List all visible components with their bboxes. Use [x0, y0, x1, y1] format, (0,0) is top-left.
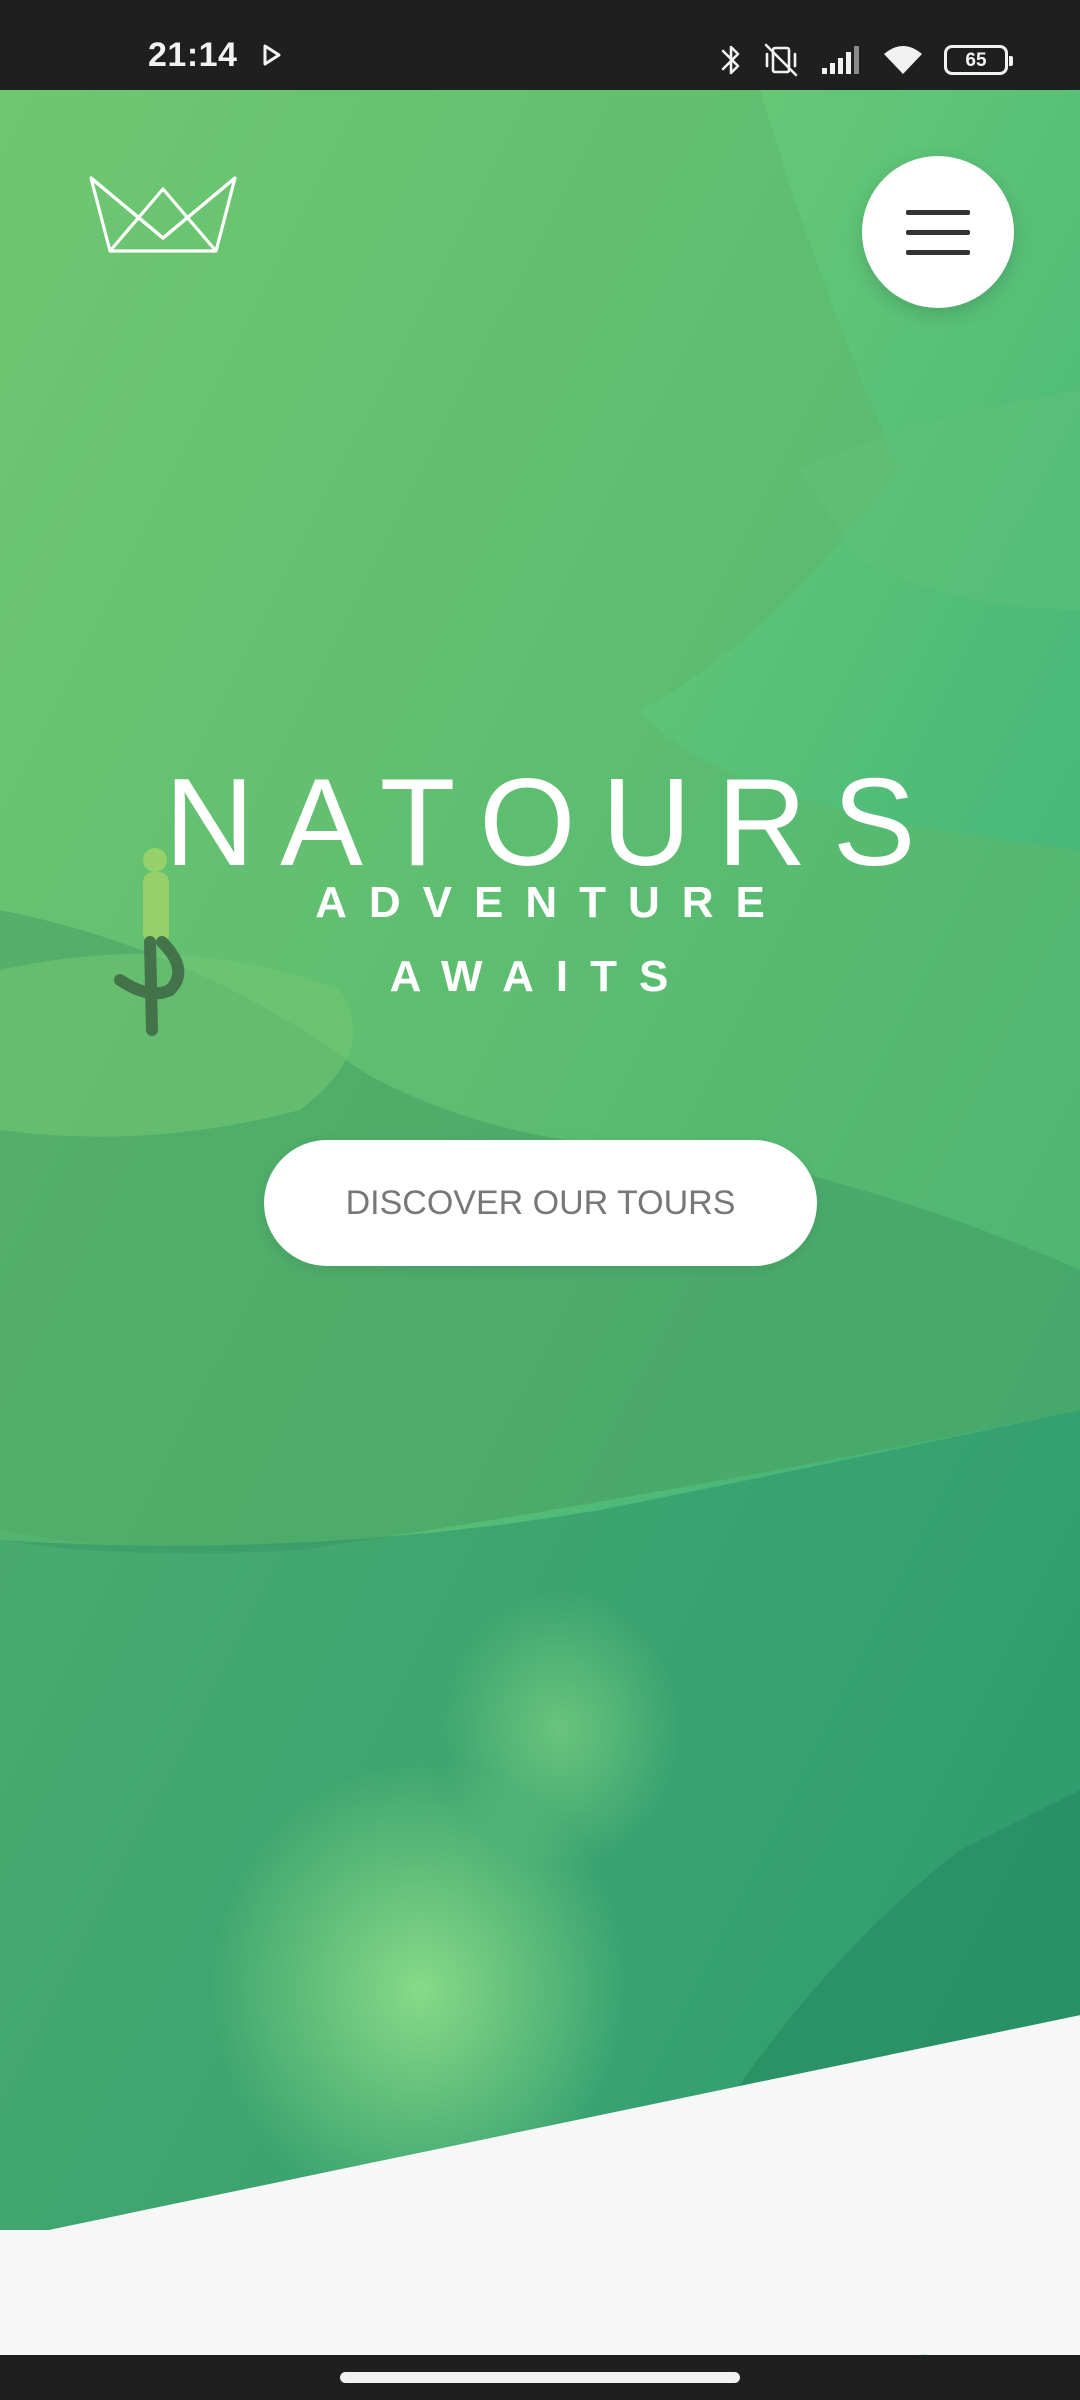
hero-section: NATOURS ADVENTURE AWAITS DISCOVER OUR TO… [0, 90, 1080, 2230]
bluetooth-icon [721, 45, 740, 75]
hamburger-menu-icon [906, 210, 970, 215]
play-store-notification-icon [263, 44, 281, 66]
status-time: 21:14 [148, 36, 238, 74]
hero-subtitle: ADVENTURE AWAITS [315, 878, 787, 1001]
discover-tours-button[interactable]: DISCOVER OUR TOURS [264, 1140, 817, 1266]
home-gesture-handle[interactable] [340, 2372, 740, 2383]
hamburger-line [906, 230, 970, 235]
status-bar: 21:14 65 [0, 0, 1080, 90]
wifi-icon [884, 46, 922, 74]
vibrate-off-icon [764, 43, 798, 77]
crown-logo-icon[interactable] [88, 175, 238, 259]
hamburger-line [906, 250, 970, 255]
battery-level: 65 [965, 49, 987, 71]
battery-icon: 65 [944, 45, 1013, 75]
status-icons: 65 [720, 38, 1013, 82]
hamburger-menu-button[interactable] [862, 156, 1014, 308]
signal-icon [822, 46, 859, 74]
phone-screen: 21:14 65 NATOURS ADVENTURE AWAITS DISCOV… [0, 0, 1080, 2400]
navigation-gesture-area [0, 2355, 1080, 2400]
